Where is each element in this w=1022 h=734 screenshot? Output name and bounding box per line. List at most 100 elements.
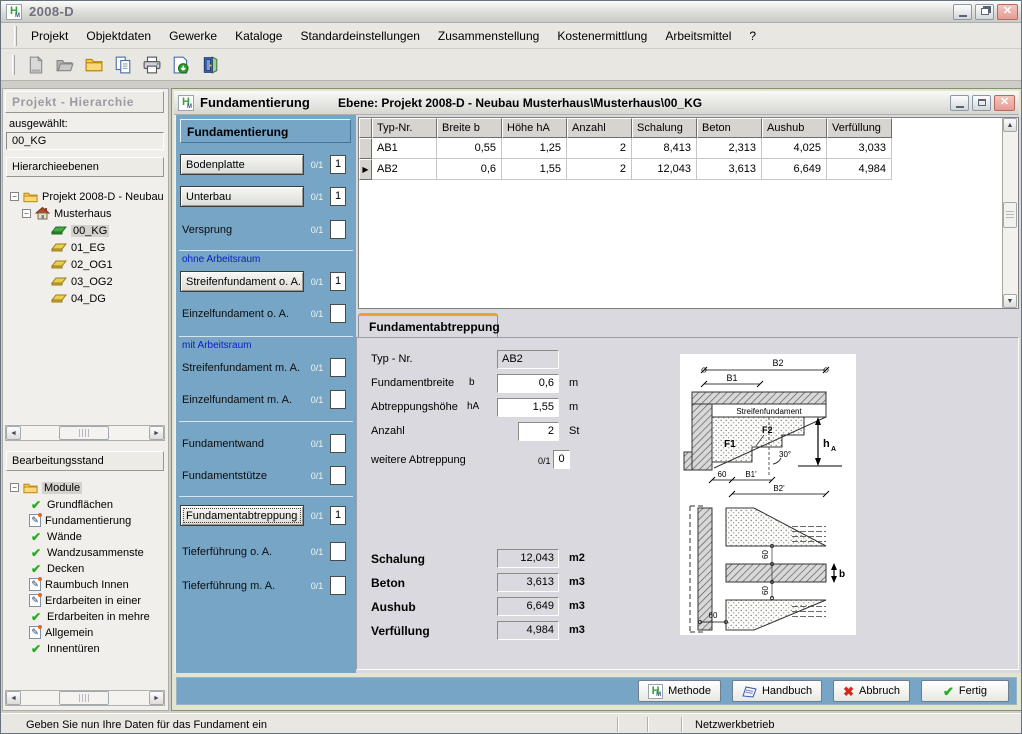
scroll-up-button[interactable]: ▲ [1003,118,1017,132]
minimize-button[interactable] [953,4,972,20]
module-item[interactable]: ✔Erdarbeiten in mehre [29,609,150,624]
fundamentbreite-input[interactable]: 0,6 [497,374,559,393]
scroll-thumb[interactable] [1003,202,1017,228]
menu-projekt[interactable]: Projekt [22,24,77,48]
menu-kataloge[interactable]: Kataloge [226,24,291,48]
content-area: Typ-Nr. Breite b Höhe hA Anzahl Schalung… [356,115,1022,673]
done-check-icon: ✔ [29,643,43,655]
col-hoehe[interactable]: Höhe hA [502,118,567,138]
anzahl-input[interactable]: 2 [518,422,559,441]
col-verfuellung[interactable]: Verfüllung [827,118,892,138]
cell: 2 [567,138,632,159]
bodenplatte-count-field[interactable]: 1 [330,155,346,174]
tieferfuehrung-ma-count-field[interactable] [330,576,346,595]
streifenfundament-oa-button[interactable]: Streifenfundament o. A. [180,271,304,292]
collapse-icon[interactable]: − [10,192,19,201]
streifenfundament-ma-count-field[interactable] [330,358,346,377]
unterbau-button[interactable]: Unterbau [180,186,304,207]
window-minimize-button[interactable] [950,95,969,111]
collapse-icon[interactable]: − [22,209,31,218]
window-close-button[interactable]: ✕ [994,95,1015,111]
scroll-thumb[interactable] [59,691,109,705]
scroll-right-button[interactable]: ► [149,426,164,440]
scroll-left-button[interactable]: ◄ [6,426,21,440]
new-document-button[interactable] [23,52,49,78]
menu-help[interactable]: ? [740,24,765,48]
menu-arbeitsmittel[interactable]: Arbeitsmittel [656,24,740,48]
menu-zusammenstellung[interactable]: Zusammenstellung [429,24,548,48]
module-item[interactable]: ✔Wandzusammenste [29,545,144,560]
tree-item-module-root[interactable]: − Module [10,480,82,495]
fundamentabtreppung-button[interactable]: Fundamentabtreppung [180,505,304,526]
tree-item-level-00kg[interactable]: 00_KG [51,223,109,238]
scroll-left-button[interactable]: ◄ [6,691,21,705]
module-item[interactable]: ✔Decken [29,561,84,576]
col-schalung[interactable]: Schalung [632,118,697,138]
tree-item-project[interactable]: − Projekt 2008-D - Neubau [10,189,164,204]
versprung-count-field[interactable] [330,220,346,239]
scroll-thumb[interactable] [59,426,109,440]
einzelfundament-ma-count-field[interactable] [330,390,346,409]
menu-kostenermittlung[interactable]: Kostenermittlung [548,24,656,48]
print-button[interactable] [139,52,165,78]
fundamentabtreppung-count-field[interactable]: 1 [330,506,346,525]
tree-item-level-03og2[interactable]: 03_OG2 [51,274,113,289]
hierarchy-tree: − Projekt 2008-D - Neubau − Musterhaus 0… [5,183,165,423]
collapse-icon[interactable]: − [10,483,19,492]
module-item[interactable]: ✔Wände [29,529,82,544]
tieferfuehrung-oa-count-field[interactable] [330,542,346,561]
col-beton[interactable]: Beton [697,118,762,138]
fundamentstuetze-count-field[interactable] [330,466,346,485]
tree-item-level-01eg[interactable]: 01_EG [51,240,105,255]
tree-item-level-02og1[interactable]: 02_OG1 [51,257,113,272]
table-row-current[interactable]: ▶ AB2 0,6 1,55 2 12,043 3,613 6,649 4,98… [359,159,1018,180]
open-button[interactable] [52,52,78,78]
table-row[interactable]: AB1 0,55 1,25 2 8,413 2,313 4,025 3,033 [359,138,1018,159]
nav-row-fundamentwand: Fundamentwand 0/1 [176,433,356,454]
module-item[interactable]: ✎Raumbuch Innen [29,577,129,592]
hierarchy-header: Hierarchieebenen [6,157,164,177]
close-button[interactable]: ✕ [997,4,1018,20]
caption-mit-arbeitsraum: mit Arbeitsraum [182,340,251,351]
col-aushub[interactable]: Aushub [762,118,827,138]
tree-item-label: 01_EG [71,242,105,254]
weitere-abtreppung-input[interactable]: 0 [553,450,570,469]
window-maximize-button[interactable] [972,95,991,111]
abtreppungshoehe-input[interactable]: 1,55 [497,398,559,417]
module-item[interactable]: ✎Fundamentierung [29,513,131,528]
cell: 2 [567,159,632,180]
einzelfundament-oa-count-field[interactable] [330,304,346,323]
unterbau-count-field[interactable]: 1 [330,187,346,206]
restore-button[interactable] [975,4,994,20]
tree-item-building[interactable]: − Musterhaus [22,206,111,221]
export-button[interactable] [168,52,194,78]
menubar: Projekt Objektdaten Gewerke Kataloge Sta… [1,23,1022,49]
fertig-button[interactable]: ✔ Fertig [921,680,1009,702]
handbuch-button[interactable]: Handbuch [732,680,822,702]
fundamentwand-count-field[interactable] [330,434,346,453]
exit-button[interactable] [197,52,223,78]
folder-button[interactable] [81,52,107,78]
module-item[interactable]: ✎Erdarbeiten in einer [29,593,141,608]
menu-standardeinstellungen[interactable]: Standardeinstellungen [291,24,428,48]
col-anzahl[interactable]: Anzahl [567,118,632,138]
streifenfundament-oa-count-field[interactable]: 1 [330,272,346,291]
abbruch-button[interactable]: ✖ Abbruch [833,680,910,702]
scroll-right-button[interactable]: ► [149,691,164,705]
copy-button[interactable] [110,52,136,78]
breite-unit: m [569,377,578,389]
module-item[interactable]: ✔Innentüren [29,641,100,656]
col-typ-nr[interactable]: Typ-Nr. [372,118,437,138]
menu-gewerke[interactable]: Gewerke [160,24,226,48]
bodenplatte-button[interactable]: Bodenplatte [180,154,304,175]
export-icon [172,56,190,74]
tab-fundamentabtreppung[interactable]: Fundamentabtreppung [358,313,498,338]
module-item[interactable]: ✎Allgemein [29,625,93,640]
tree-item-level-04dg[interactable]: 04_DG [51,291,106,306]
menu-objektdaten[interactable]: Objektdaten [77,24,160,48]
col-breite[interactable]: Breite b [437,118,502,138]
module-item[interactable]: ✔Grundflächen [29,497,113,512]
scroll-down-button[interactable]: ▼ [1003,294,1017,308]
methode-button[interactable]: HM Methode [638,680,721,702]
verfuellung-label: Verfüllung [371,624,430,638]
